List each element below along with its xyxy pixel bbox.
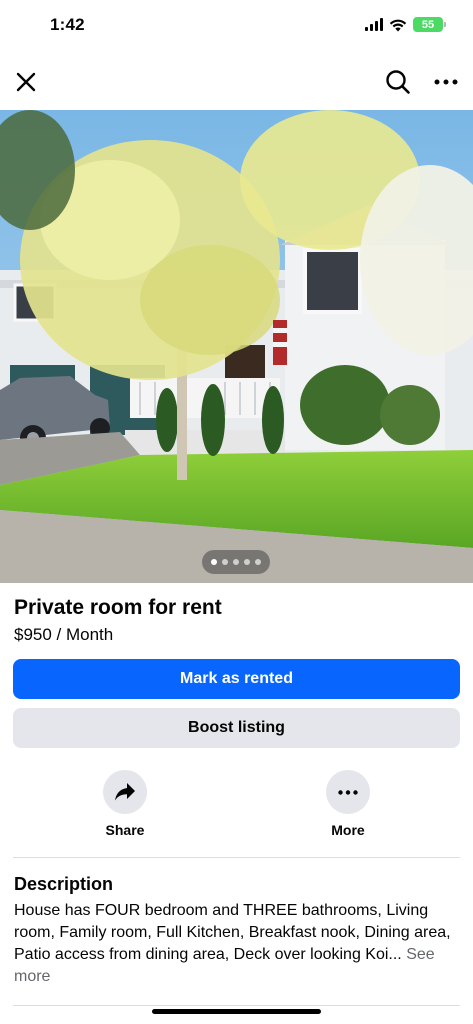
pager-dot: [211, 559, 217, 565]
more-label: More: [331, 822, 365, 838]
share-button[interactable]: [103, 770, 147, 814]
wifi-icon: [389, 19, 407, 31]
battery-level: 55: [421, 18, 435, 31]
photo-pager: [202, 550, 270, 574]
cellular-signal-icon: [365, 18, 383, 31]
listing-title: Private room for rent: [14, 596, 222, 619]
search-button[interactable]: [382, 66, 414, 98]
more-icon: [434, 79, 458, 85]
status-icons: 55: [365, 17, 446, 32]
mark-as-rented-button[interactable]: Mark as rented: [13, 659, 460, 699]
status-time: 1:42: [50, 15, 85, 34]
pager-dot: [233, 559, 239, 565]
status-bar: 1:42 55: [0, 0, 473, 52]
boost-listing-button[interactable]: Boost listing: [13, 708, 460, 748]
top-nav: [0, 60, 473, 104]
divider: [13, 857, 460, 858]
share-icon: [115, 783, 135, 801]
home-indicator[interactable]: [152, 1009, 321, 1014]
pager-dot: [222, 559, 228, 565]
more-action[interactable]: More: [303, 770, 393, 838]
share-action[interactable]: Share: [80, 770, 170, 838]
pager-dot: [244, 559, 250, 565]
description-text: House has FOUR bedroom and THREE bathroo…: [14, 902, 451, 963]
listing-price: $950 / Month: [14, 625, 114, 644]
pager-dot: [255, 559, 261, 565]
close-icon: [16, 72, 36, 92]
battery-icon: 55: [413, 17, 446, 32]
house-photo-image: [0, 110, 473, 583]
close-button[interactable]: [10, 66, 42, 98]
listing-photo[interactable]: [0, 110, 473, 583]
search-icon: [386, 70, 410, 94]
more-icon: [338, 789, 358, 795]
more-button[interactable]: [326, 770, 370, 814]
share-label: Share: [105, 822, 145, 838]
description-heading: Description: [14, 874, 114, 894]
more-options-button[interactable]: [430, 66, 462, 98]
divider: [13, 1005, 460, 1006]
description-body: House has FOUR bedroom and THREE bathroo…: [14, 900, 460, 988]
